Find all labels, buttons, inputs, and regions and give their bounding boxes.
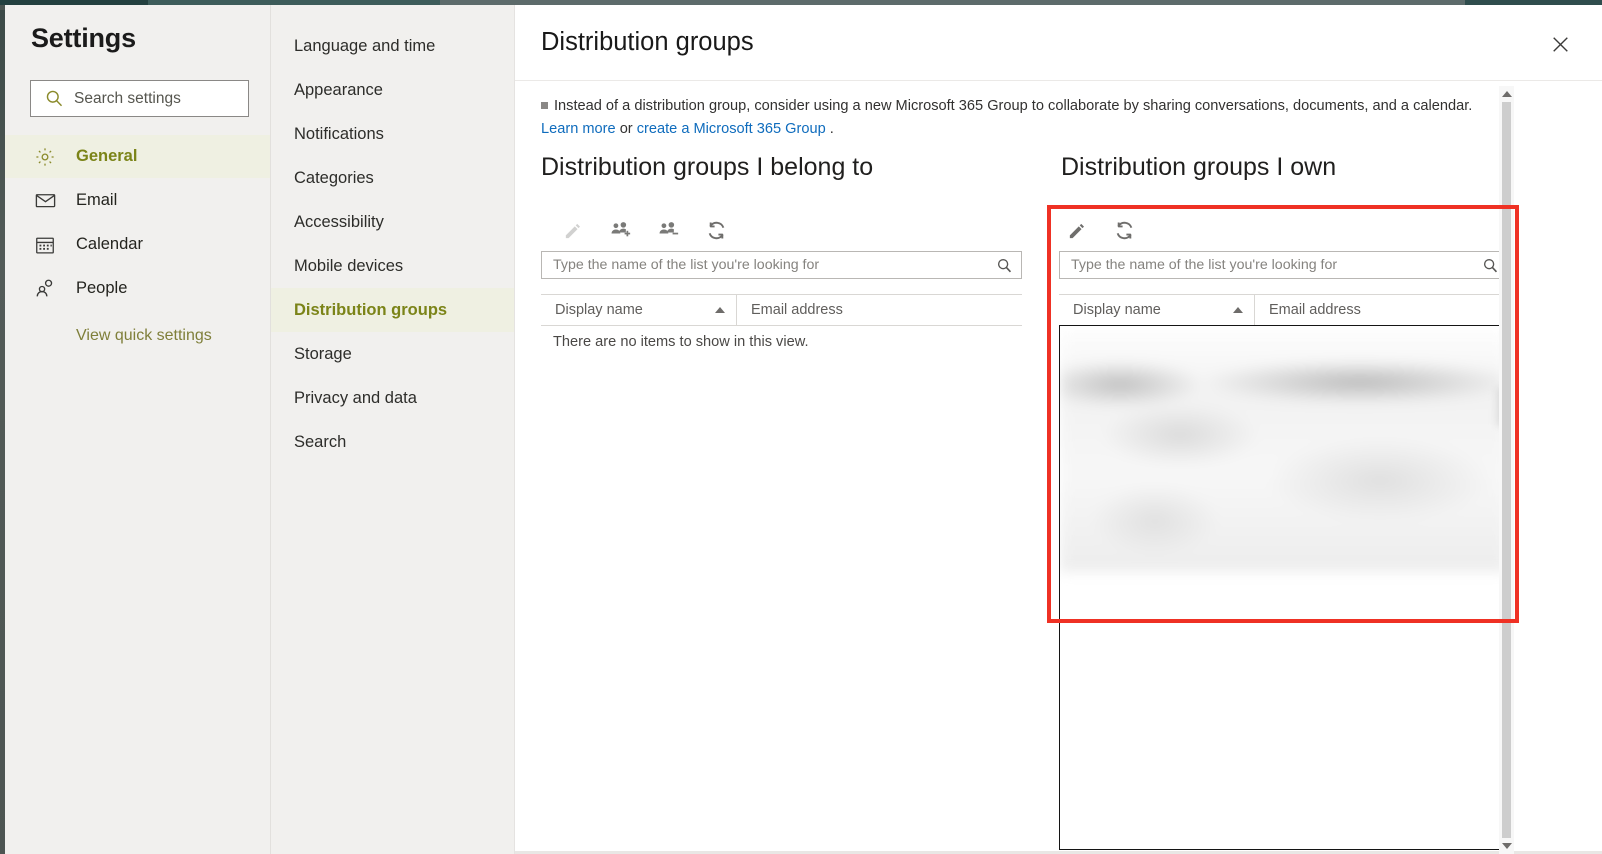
column-header-label: Email address: [1269, 302, 1361, 318]
pencil-icon: [565, 223, 580, 238]
search-icon: [44, 89, 64, 109]
belong-to-table-header: Display name Email address: [541, 294, 1022, 326]
gear-icon: [33, 145, 57, 169]
subnav-item-label: Language and time: [294, 36, 436, 55]
page-title: Distribution groups: [541, 28, 754, 56]
info-trailing: .: [825, 121, 834, 137]
search-icon[interactable]: [996, 257, 1013, 274]
edit-button[interactable]: [559, 217, 585, 243]
sidebar-item-email[interactable]: Email: [5, 179, 270, 222]
search-settings-placeholder: Search settings: [74, 89, 181, 107]
settings-dialog: Settings Search settings General Email C…: [0, 0, 1602, 854]
subnav-item-privacy-and-data[interactable]: Privacy and data: [271, 376, 514, 420]
learn-more-link[interactable]: Learn more: [541, 121, 616, 137]
edit-button[interactable]: [1063, 217, 1089, 243]
own-table-header: Display name Email address: [1059, 294, 1508, 326]
info-icon: [541, 101, 548, 109]
sidebar-item-people[interactable]: People: [5, 267, 270, 310]
search-settings-input[interactable]: Search settings: [30, 80, 249, 117]
own-heading: Distribution groups I own: [1061, 153, 1337, 181]
people-add-icon: [611, 221, 630, 236]
subnav-item-label: Search: [294, 432, 347, 451]
sidebar-item-label: General: [76, 147, 138, 165]
scrollbar-thumb[interactable]: [1502, 102, 1511, 838]
column-header-display-name[interactable]: Display name: [541, 295, 737, 325]
leave-group-button[interactable]: [655, 217, 681, 243]
column-header-label: Email address: [751, 302, 843, 318]
caret-up-icon: [1501, 91, 1512, 97]
belong-to-search-input[interactable]: Type the name of the list you're looking…: [541, 251, 1022, 279]
belong-to-empty-message: There are no items to show in this view.: [553, 334, 809, 350]
subnav-item-label: Storage: [294, 344, 352, 363]
create-microsoft-365-group-link[interactable]: create a Microsoft 365 Group: [637, 121, 826, 137]
envelope-icon: [33, 189, 57, 213]
column-header-label: Display name: [555, 302, 643, 318]
subnav-item-search[interactable]: Search: [271, 420, 514, 464]
own-groups-listbox[interactable]: [1059, 325, 1508, 850]
subnav-item-storage[interactable]: Storage: [271, 332, 514, 376]
refresh-button[interactable]: [1111, 217, 1137, 243]
people-remove-icon: [659, 221, 678, 234]
sidebar-item-label: Email: [76, 191, 118, 209]
subnav-item-label: Appearance: [294, 80, 383, 99]
view-quick-settings-link[interactable]: View quick settings: [5, 318, 270, 354]
subnav-item-label: Accessibility: [294, 212, 384, 231]
subnav-item-label: Privacy and data: [294, 388, 417, 407]
subnav-item-distribution-groups[interactable]: Distribution groups: [271, 288, 514, 332]
settings-title: Settings: [31, 23, 136, 53]
column-header-email-address[interactable]: Email address: [737, 295, 1022, 325]
close-icon: [1552, 36, 1568, 52]
subnav-item-mobile-devices[interactable]: Mobile devices: [271, 244, 514, 288]
sidebar-item-general[interactable]: General: [5, 135, 270, 178]
refresh-icon: [708, 221, 724, 239]
subnav-item-notifications[interactable]: Notifications: [271, 112, 514, 156]
refresh-icon: [1116, 221, 1132, 239]
main-content-panel: Distribution groups Instead of a distrib…: [514, 5, 1602, 854]
column-header-display-name[interactable]: Display name: [1059, 295, 1255, 325]
own-toolbar: [1063, 217, 1137, 243]
subnav-item-label: Mobile devices: [294, 256, 404, 275]
main-vertical-scrollbar[interactable]: [1499, 86, 1514, 854]
subnav-item-accessibility[interactable]: Accessibility: [271, 200, 514, 244]
settings-sidebar: Settings Search settings General Email C…: [5, 5, 270, 854]
info-conjunction: or: [615, 121, 637, 137]
belong-to-heading: Distribution groups I belong to: [541, 153, 874, 181]
join-group-button[interactable]: [607, 217, 633, 243]
subnav-item-label: Categories: [294, 168, 374, 187]
info-text: Instead of a distribution group, conside…: [554, 98, 1473, 114]
sidebar-item-calendar[interactable]: Calendar: [5, 223, 270, 266]
own-search-input[interactable]: Type the name of the list you're looking…: [1059, 251, 1508, 279]
settings-subnav: Language and time Appearance Notificatio…: [270, 5, 514, 854]
subnav-item-categories[interactable]: Categories: [271, 156, 514, 200]
sidebar-item-label: Calendar: [76, 235, 143, 253]
pencil-icon: [1069, 223, 1084, 238]
sort-ascending-icon: [1233, 307, 1243, 313]
info-banner: Instead of a distribution group, conside…: [541, 95, 1511, 141]
scroll-up-button[interactable]: [1499, 86, 1514, 102]
refresh-button[interactable]: [703, 217, 729, 243]
subnav-item-label: Notifications: [294, 124, 384, 143]
column-header-email-address[interactable]: Email address: [1255, 295, 1508, 325]
search-icon[interactable]: [1482, 257, 1499, 274]
close-button[interactable]: [1546, 30, 1574, 58]
scroll-down-button[interactable]: [1499, 838, 1514, 854]
belong-to-toolbar: [559, 217, 729, 243]
subnav-item-appearance[interactable]: Appearance: [271, 68, 514, 112]
redacted-group-rows: [1060, 330, 1507, 572]
calendar-icon: [33, 233, 57, 257]
own-search-placeholder: Type the name of the list you're looking…: [1071, 257, 1338, 273]
people-icon: [33, 277, 57, 301]
column-header-label: Display name: [1073, 302, 1161, 318]
subnav-item-label: Distribution groups: [294, 300, 448, 319]
subnav-item-language-and-time[interactable]: Language and time: [271, 24, 514, 68]
caret-down-icon: [1501, 843, 1512, 849]
sidebar-item-label: People: [76, 279, 128, 297]
belong-to-search-placeholder: Type the name of the list you're looking…: [553, 257, 820, 273]
view-quick-settings-label: View quick settings: [76, 327, 212, 344]
sort-ascending-icon: [715, 307, 725, 313]
